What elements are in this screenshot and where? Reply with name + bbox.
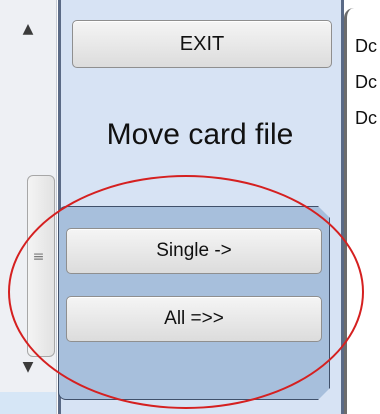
vertical-scrollbar[interactable]: ▲ ≡ ▼ — [0, 0, 57, 414]
list-item[interactable]: Dc — [355, 36, 377, 57]
panel-title: Move card file — [106, 118, 294, 151]
list-item[interactable]: Dc — [355, 108, 377, 129]
move-single-button[interactable]: Single -> — [66, 228, 322, 274]
scroll-down-icon[interactable]: ▼ — [8, 346, 48, 388]
list-item[interactable]: Dc — [355, 72, 377, 93]
file-list[interactable]: Dc Dc Dc — [344, 8, 380, 414]
move-all-button[interactable]: All =>> — [66, 296, 322, 342]
scroll-up-icon[interactable]: ▲ — [8, 8, 48, 50]
exit-button[interactable]: EXIT — [72, 20, 332, 68]
grip-icon: ≡ — [32, 249, 46, 265]
scrollbar-bottom-strip — [0, 392, 56, 414]
